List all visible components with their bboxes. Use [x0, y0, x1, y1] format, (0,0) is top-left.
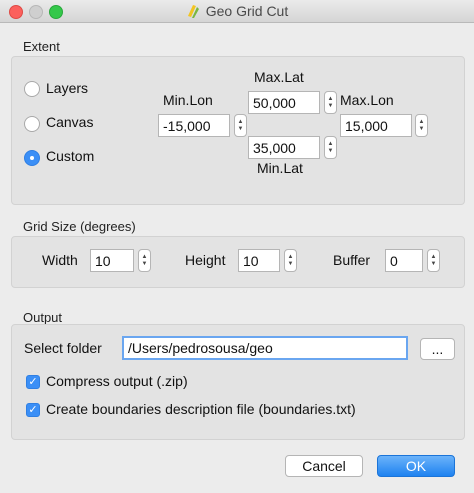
radio-layers-label: Layers — [46, 80, 89, 96]
height-input[interactable] — [238, 249, 280, 272]
select-folder-label: Select folder — [24, 340, 102, 356]
min-lat-input[interactable] — [248, 136, 320, 159]
extent-group-title: Extent — [23, 39, 60, 54]
max-lon-label: Max.Lon — [340, 92, 394, 108]
stepper-down-icon: ▼ — [141, 260, 148, 267]
browse-folder-button[interactable]: ... — [420, 338, 455, 360]
boundaries-label: Create boundaries description file (boun… — [46, 401, 356, 417]
height-label: Height — [185, 252, 226, 268]
width-stepper[interactable]: ▲ ▼ — [138, 249, 151, 272]
stepper-down-icon: ▼ — [430, 260, 437, 267]
width-label: Width — [42, 252, 78, 268]
min-lat-label: Min.Lat — [257, 160, 303, 176]
height-stepper[interactable]: ▲ ▼ — [284, 249, 297, 272]
grid-group-title: Grid Size (degrees) — [23, 219, 136, 234]
radio-layers[interactable] — [24, 81, 40, 97]
stepper-up-icon: ▲ — [418, 118, 425, 125]
stepper-down-icon: ▼ — [418, 125, 425, 132]
max-lat-input[interactable] — [248, 91, 320, 114]
stepper-up-icon: ▲ — [327, 140, 334, 147]
stepper-down-icon: ▼ — [327, 147, 334, 154]
qgis-app-icon — [187, 5, 199, 18]
stepper-up-icon: ▲ — [287, 253, 294, 260]
stepper-up-icon: ▲ — [237, 118, 244, 125]
min-lat-stepper[interactable]: ▲ ▼ — [324, 136, 337, 159]
compress-checkbox[interactable]: ✓ — [26, 375, 40, 389]
radio-custom[interactable] — [24, 150, 40, 166]
buffer-label: Buffer — [333, 252, 371, 268]
checkmark-icon: ✓ — [28, 376, 38, 388]
max-lon-input[interactable] — [340, 114, 412, 137]
min-lon-stepper[interactable]: ▲ ▼ — [234, 114, 247, 137]
cancel-button[interactable]: Cancel — [285, 455, 363, 477]
title-bar: Geo Grid Cut — [0, 0, 474, 23]
checkmark-icon: ✓ — [28, 404, 38, 416]
max-lat-label: Max.Lat — [254, 69, 304, 85]
min-lon-input[interactable] — [158, 114, 230, 137]
stepper-up-icon: ▲ — [327, 95, 334, 102]
stepper-up-icon: ▲ — [430, 253, 437, 260]
buffer-stepper[interactable]: ▲ ▼ — [427, 249, 440, 272]
compress-label: Compress output (.zip) — [46, 373, 188, 389]
buffer-input[interactable] — [385, 249, 423, 272]
width-input[interactable] — [90, 249, 134, 272]
ok-button[interactable]: OK — [377, 455, 455, 477]
stepper-up-icon: ▲ — [141, 253, 148, 260]
stepper-down-icon: ▼ — [287, 260, 294, 267]
output-folder-input[interactable] — [122, 336, 408, 360]
stepper-down-icon: ▼ — [237, 125, 244, 132]
window-title-area: Geo Grid Cut — [0, 0, 474, 22]
radio-custom-label: Custom — [46, 148, 95, 164]
max-lat-stepper[interactable]: ▲ ▼ — [324, 91, 337, 114]
window-title: Geo Grid Cut — [205, 3, 289, 19]
radio-canvas[interactable] — [24, 116, 40, 132]
max-lon-stepper[interactable]: ▲ ▼ — [415, 114, 428, 137]
output-group-title: Output — [23, 310, 63, 325]
min-lon-label: Min.Lon — [163, 92, 213, 108]
radio-canvas-label: Canvas — [46, 114, 94, 130]
stepper-down-icon: ▼ — [327, 102, 334, 109]
boundaries-checkbox[interactable]: ✓ — [26, 403, 40, 417]
